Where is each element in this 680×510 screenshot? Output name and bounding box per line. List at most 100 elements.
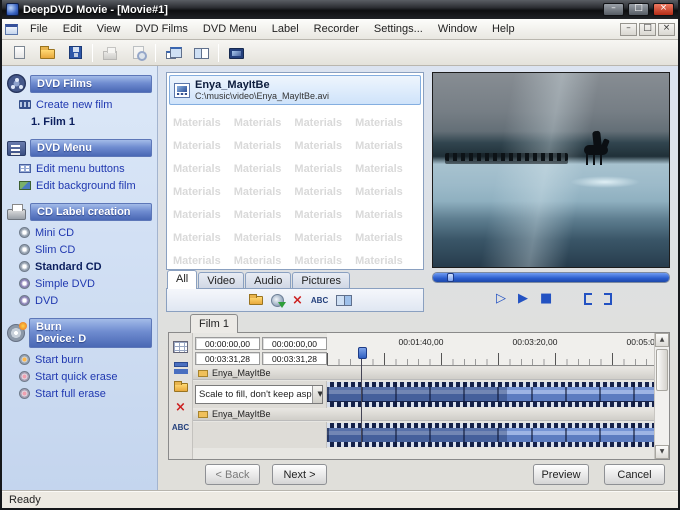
cancel-button[interactable]: Cancel [604, 464, 665, 485]
chevron-down-icon[interactable]: ▼ [311, 386, 322, 403]
print-preview-button[interactable] [127, 42, 149, 64]
sidebar-item-label: Start burn [35, 353, 84, 366]
menu-label[interactable]: Label [265, 21, 306, 37]
timeline-film-tab[interactable]: Film 1 [190, 314, 238, 333]
play-button[interactable]: ▷ [496, 292, 506, 305]
mark-out-button[interactable] [604, 292, 613, 305]
menu-settings[interactable]: Settings... [367, 21, 430, 37]
sidebar-item-mini-cd[interactable]: Mini CD [15, 224, 152, 241]
menu-window[interactable]: Window [431, 21, 484, 37]
cascade-windows-button[interactable] [162, 42, 184, 64]
scale-mode-dropdown[interactable]: Scale to fill, don't keep asp ▼ [195, 385, 323, 404]
sidebar-item-slim-cd[interactable]: Slim CD [15, 241, 152, 258]
sidebar-item-start-full-erase[interactable]: Start full erase [15, 385, 152, 402]
track-1-header[interactable]: Enya_MayItBe [193, 367, 654, 380]
preview-movie-button[interactable] [225, 42, 247, 64]
sidebar-item-label: Create new film [36, 98, 113, 111]
mdi-child-icon[interactable] [5, 23, 18, 35]
mdi-close-button[interactable]: × [658, 22, 675, 36]
menu-file[interactable]: File [23, 21, 55, 37]
watermark-text: Materials [233, 209, 282, 221]
open-media-folder-icon[interactable] [249, 293, 263, 305]
sidebar-item-start-quick-erase[interactable]: Start quick erase [15, 368, 152, 385]
riders-silhouette [444, 152, 568, 161]
mdi-minimize-button[interactable]: – [620, 22, 637, 36]
timeline-tab-label: Film 1 [199, 318, 229, 330]
stop-button[interactable]: ■ [540, 292, 552, 305]
tab-video[interactable]: Video [198, 272, 245, 289]
sidebar-item-label: 1. Film 1 [31, 115, 76, 128]
open-project-button[interactable] [36, 42, 58, 64]
scroll-up-arrow[interactable]: ▲ [655, 333, 669, 347]
status-bar: Ready [2, 490, 678, 508]
erase-disc-icon [19, 388, 30, 399]
pictures-icon[interactable] [336, 294, 353, 306]
menu-edit[interactable]: Edit [56, 21, 89, 37]
tab-audio[interactable]: Audio [245, 272, 292, 289]
sidebar-item-simple-dvd[interactable]: Simple DVD [15, 275, 152, 292]
maximize-button[interactable]: □ [628, 3, 649, 16]
sidebar-item-edit-menu-buttons[interactable]: Edit menu buttons [15, 160, 152, 177]
back-button[interactable]: < Back [205, 464, 260, 485]
tile-windows-button[interactable] [190, 42, 212, 64]
playback-controls: ▷ ▶ ■ [432, 283, 670, 309]
timeline-ruler[interactable]: 00:01:40,00 00:03:20,00 00:05:00,00 [327, 333, 654, 366]
menu-view[interactable]: View [90, 21, 128, 37]
sidebar-item-create-new-film[interactable]: Create new film [15, 96, 152, 113]
sidebar-item-edit-background-film[interactable]: Edit background film [15, 177, 152, 194]
mark-in-button[interactable] [584, 292, 593, 305]
new-document-icon [13, 46, 25, 59]
media-file-item-selected[interactable]: Enya_MayItBe C:\music\video\Enya_MayItBe… [169, 75, 421, 105]
add-track-icon[interactable] [173, 341, 188, 353]
tile-windows-icon [193, 48, 209, 59]
watermark-text: Materials [294, 117, 343, 129]
section-title: DVD Films [37, 77, 93, 90]
play-all-button[interactable]: ▶ [518, 292, 528, 305]
watermark-text: Materials [233, 117, 282, 129]
delete-media-icon[interactable]: × [292, 294, 303, 307]
minimize-button[interactable]: – [603, 3, 624, 16]
tab-pictures[interactable]: Pictures [292, 272, 351, 289]
mdi-restore-button[interactable]: □ [639, 22, 656, 36]
timeline-abc-icon[interactable]: ABC [172, 423, 189, 432]
watermark-text: Materials [173, 255, 221, 267]
track-2-filmstrip-clip[interactable] [327, 423, 654, 447]
scroll-down-arrow[interactable]: ▼ [655, 445, 669, 459]
toolbar [2, 40, 678, 66]
sidebar-item-start-burn[interactable]: Start burn [15, 351, 152, 368]
track-2-header[interactable]: Enya_MayItBe [193, 408, 654, 421]
timeline-vertical-scrollbar[interactable]: ▲ ▼ [654, 333, 669, 459]
seek-bar[interactable] [432, 272, 670, 283]
next-button[interactable]: Next > [272, 464, 327, 485]
sidebar-item-film-1[interactable]: 1. Film 1 [15, 113, 152, 130]
sidebar-item-dvd[interactable]: DVD [15, 292, 152, 309]
preview-panel: ▷ ▶ ■ [432, 72, 670, 309]
sidebar-item-label: Start full erase [35, 387, 106, 400]
media-file-list[interactable]: Enya_MayItBe C:\music\video\Enya_MayItBe… [166, 72, 424, 270]
import-clip-icon[interactable] [173, 381, 188, 392]
preview-button[interactable]: Preview [533, 464, 589, 485]
ruler-ticks [327, 353, 654, 365]
add-media-icon[interactable] [271, 293, 286, 308]
seek-bar-thumb[interactable] [447, 273, 455, 282]
delete-clip-icon[interactable]: × [175, 401, 186, 414]
menu-dvd-films[interactable]: DVD Films [128, 21, 195, 37]
save-project-button[interactable] [64, 42, 86, 64]
sidebar-item-standard-cd[interactable]: Standard CD [15, 258, 152, 275]
sidebar-header-burn: Burn Device: D [29, 318, 152, 348]
menu-help[interactable]: Help [485, 21, 522, 37]
tracks-icon[interactable] [173, 362, 188, 367]
menu-recorder[interactable]: Recorder [307, 21, 366, 37]
watermark-text: Materials [294, 163, 343, 175]
close-button[interactable]: × [653, 3, 674, 16]
abc-text-icon[interactable]: ABC [311, 296, 328, 305]
new-project-button[interactable] [8, 42, 30, 64]
menu-dvd-menu[interactable]: DVD Menu [196, 21, 264, 37]
video-clip-icon [174, 82, 190, 98]
playhead[interactable] [358, 347, 367, 446]
toolbar-separator [92, 43, 93, 62]
tab-all[interactable]: All [167, 270, 198, 289]
print-button[interactable] [99, 42, 121, 64]
scrollbar-thumb[interactable] [656, 349, 668, 391]
track-1-filmstrip-clip[interactable] [327, 382, 654, 407]
